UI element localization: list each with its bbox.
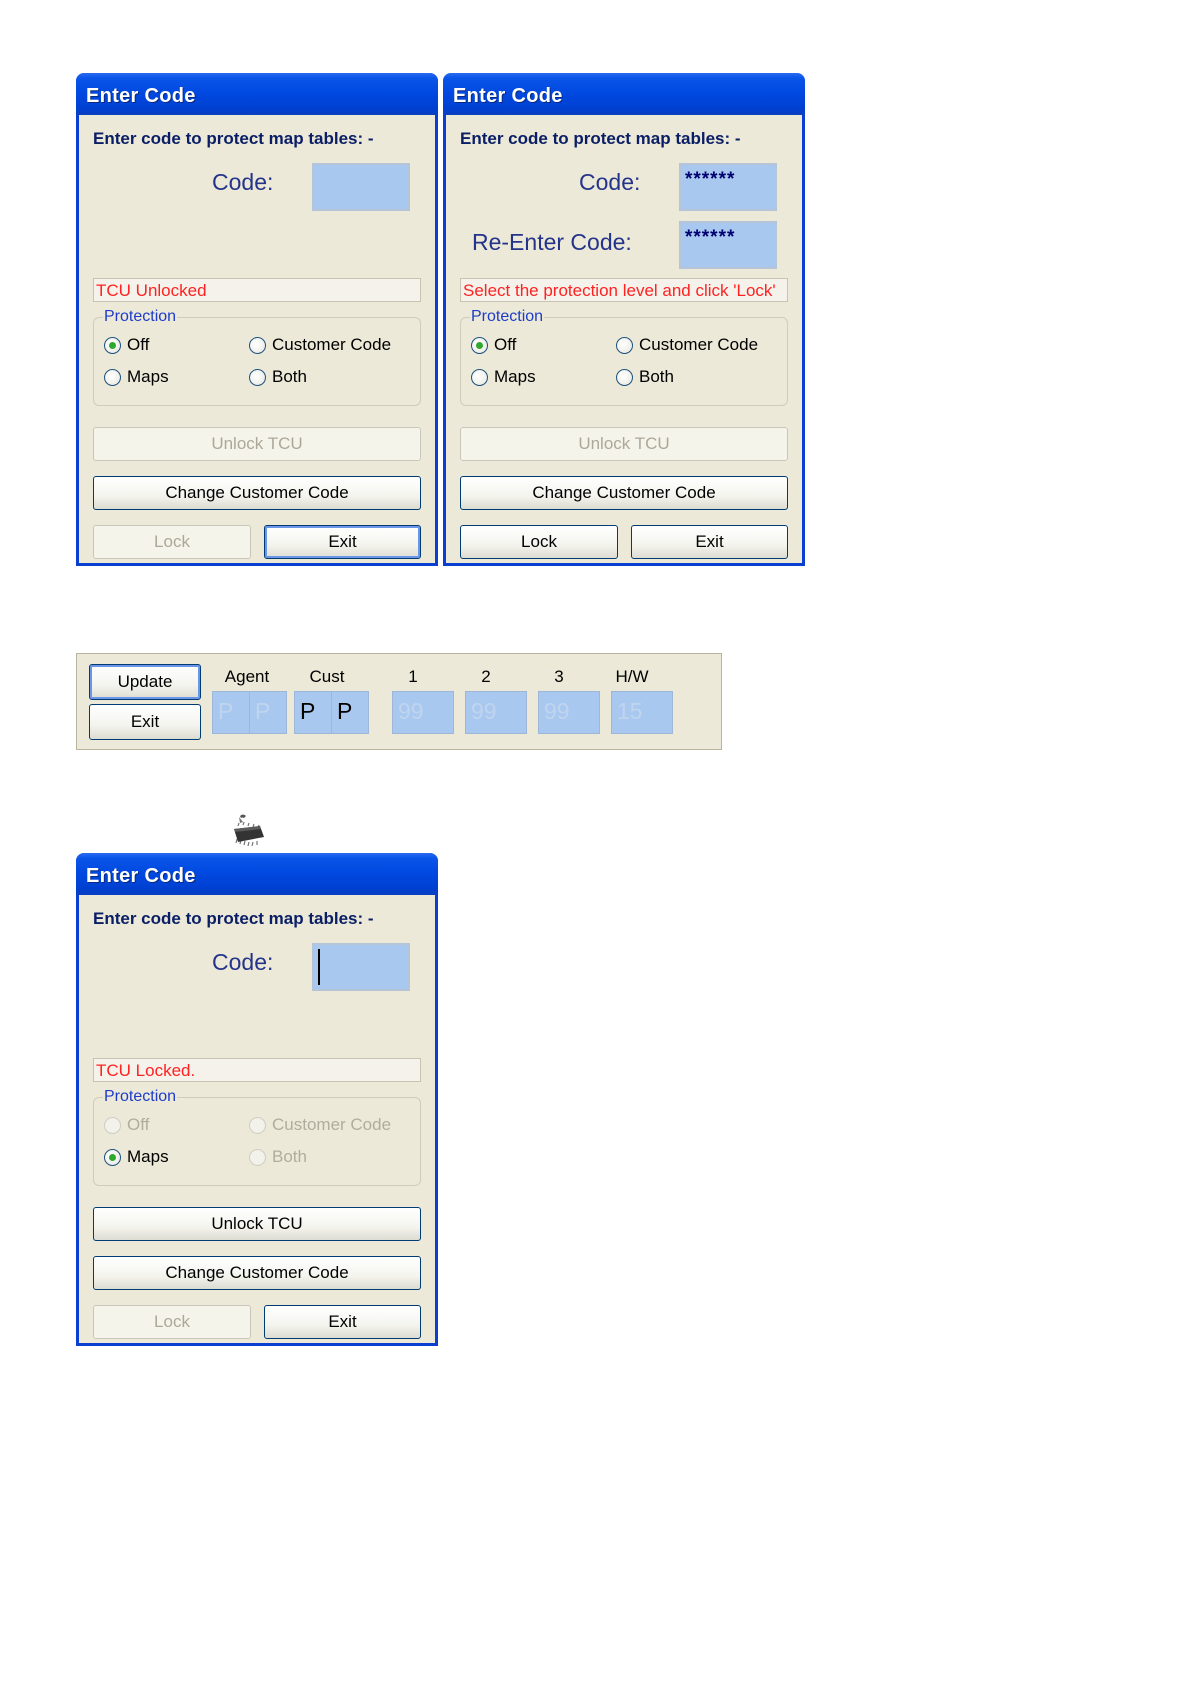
reenter-code-label: Re-Enter Code: [472,229,632,255]
radio-off[interactable]: Off [471,335,516,355]
radio-off-label: Off [127,335,150,354]
exit-button[interactable]: Exit [89,704,201,740]
radio-empty-icon [616,368,633,386]
change-customer-code-button[interactable]: Change Customer Code [93,476,421,510]
radio-maps[interactable]: Maps [104,367,169,387]
status-message: Select the protection level and click 'L… [460,278,788,302]
radio-customer-code-label: Customer Code [272,1115,392,1134]
radio-both[interactable]: Both [249,1147,307,1167]
radio-empty-icon [104,368,121,386]
agent-column-label: Agent [224,667,270,686]
lock-button[interactable]: Lock [460,525,618,559]
radio-empty-icon [249,1116,266,1134]
change-customer-code-button[interactable]: Change Customer Code [460,476,788,510]
status-message: TCU Locked. [93,1058,421,1082]
radio-maps-label: Maps [494,367,536,386]
radio-maps-label: Maps [127,1147,169,1166]
radio-customer-code[interactable]: Customer Code [249,1115,391,1135]
code-label: Code: [579,169,641,195]
dialog-heading: Enter code to protect map tables: - [460,129,741,148]
radio-empty-icon [104,1116,121,1134]
chip-icon [234,814,264,846]
radio-both-label: Both [272,367,307,386]
exit-button[interactable]: Exit [264,1305,421,1339]
radio-customer-code-label: Customer Code [639,335,759,354]
agent-cell: P [249,691,287,734]
radio-both[interactable]: Both [616,367,674,387]
update-button[interactable]: Update [89,664,201,700]
radio-maps[interactable]: Maps [471,367,536,387]
cust-cell: P [294,691,332,734]
code-label: Code: [212,949,274,975]
col-1-label: 1 [408,667,418,686]
dialog-title: Enter Code [76,853,438,895]
code-input[interactable] [312,163,410,211]
protection-group: Protection Off Customer Code Maps Both [93,1088,421,1186]
radio-customer-code-label: Customer Code [272,335,392,354]
protection-group-label: Protection [103,308,178,326]
radio-customer-code[interactable]: Customer Code [616,335,758,355]
radio-both[interactable]: Both [249,367,307,387]
col-2-label: 2 [481,667,491,686]
exit-button[interactable]: Exit [631,525,788,559]
hw-cell: 15 [611,691,673,734]
radio-both-label: Both [272,1147,307,1166]
unlock-tcu-button[interactable]: Unlock TCU [93,1207,421,1241]
radio-maps[interactable]: Maps [104,1147,169,1167]
protection-group-label: Protection [103,1088,178,1106]
radio-empty-icon [249,336,266,354]
code-input[interactable] [312,943,410,991]
radio-selected-icon [104,336,121,354]
value-2-cell: 99 [465,691,527,734]
agent-cell: P [212,691,250,734]
hw-column-label: H/W [615,667,649,686]
tcu-status-bar: Update Exit Agent Cust 1 2 3 H/W P P P P… [76,653,722,750]
dialog-title: Enter Code [76,73,438,115]
code-input[interactable]: ****** [679,163,777,211]
lock-button[interactable]: Lock [93,1305,251,1339]
col-3-label: 3 [554,667,564,686]
radio-maps-label: Maps [127,367,169,386]
enter-code-dialog-locked: Enter Code Enter code to protect map tab… [76,853,438,1346]
code-label: Code: [212,169,274,195]
cust-column-label: Cust [309,667,345,686]
radio-off-label: Off [127,1115,150,1134]
dialog-title: Enter Code [443,73,805,115]
reenter-code-input[interactable]: ****** [679,221,777,269]
exit-button[interactable]: Exit [264,525,421,559]
radio-selected-icon [471,336,488,354]
change-customer-code-button[interactable]: Change Customer Code [93,1256,421,1290]
radio-empty-icon [616,336,633,354]
radio-empty-icon [249,1148,266,1166]
dialog-heading: Enter code to protect map tables: - [93,909,374,928]
radio-off-label: Off [494,335,517,354]
text-caret [318,949,320,985]
protection-group: Protection Off Customer Code Maps Both [460,308,788,406]
cust-cell: P [331,691,369,734]
dialog-heading: Enter code to protect map tables: - [93,129,374,148]
radio-off[interactable]: Off [104,1115,149,1135]
status-message: TCU Unlocked [93,278,421,302]
protection-group: Protection Off Customer Code Maps Both [93,308,421,406]
radio-off[interactable]: Off [104,335,149,355]
unlock-tcu-button[interactable]: Unlock TCU [460,427,788,461]
radio-empty-icon [249,368,266,386]
value-3-cell: 99 [538,691,600,734]
unlock-tcu-button[interactable]: Unlock TCU [93,427,421,461]
radio-customer-code[interactable]: Customer Code [249,335,391,355]
value-1-cell: 99 [392,691,454,734]
radio-both-label: Both [639,367,674,386]
enter-code-dialog-unlocked: Enter Code Enter code to protect map tab… [76,73,438,566]
enter-code-dialog-entered: Enter Code Enter code to protect map tab… [443,73,805,566]
lock-button[interactable]: Lock [93,525,251,559]
protection-group-label: Protection [470,308,545,326]
radio-selected-icon [104,1148,121,1166]
radio-empty-icon [471,368,488,386]
